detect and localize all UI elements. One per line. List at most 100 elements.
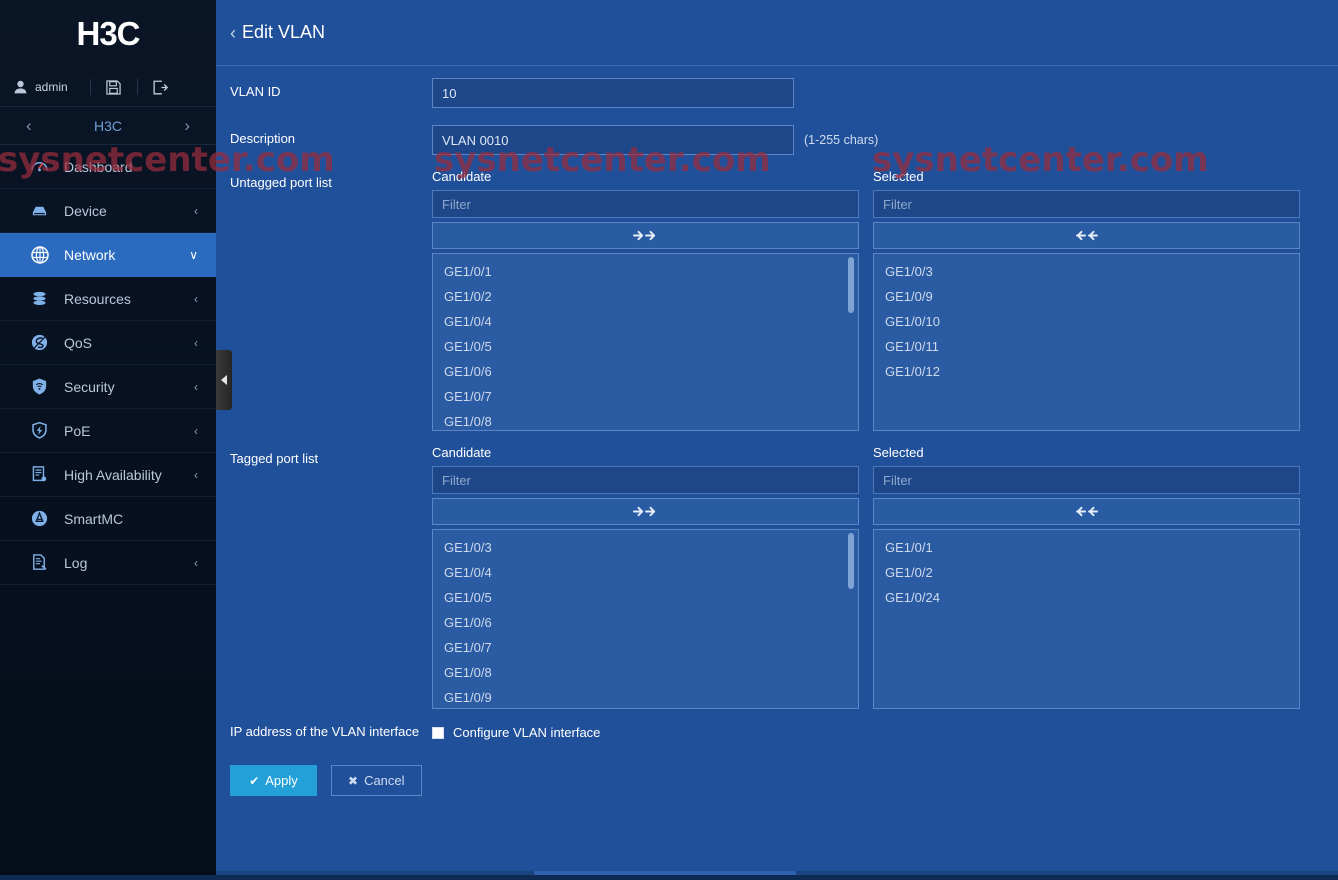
untagged-candidate-panel: Candidate GE1/0/1 GE1/0/2 GE1/0/4 — [432, 169, 859, 431]
sidebar-item-security[interactable]: Security ‹ — [0, 365, 216, 409]
scrollbar[interactable] — [848, 533, 856, 705]
scrollbar[interactable] — [848, 257, 856, 427]
qos-icon — [30, 333, 56, 352]
untagged-move-right-button[interactable] — [432, 222, 859, 249]
list-item[interactable]: GE1/0/6 — [433, 610, 858, 635]
vlan-id-input[interactable] — [432, 78, 794, 108]
list-item[interactable]: GE1/0/8 — [433, 409, 858, 430]
list-item[interactable]: GE1/0/8 — [433, 660, 858, 685]
check-icon: ✔ — [249, 773, 260, 788]
untagged-selected-heading: Selected — [873, 169, 924, 184]
logout-icon[interactable] — [138, 80, 184, 95]
apply-button[interactable]: ✔ Apply — [230, 765, 317, 796]
sidebar-item-high-availability[interactable]: High Availability ‹ — [0, 453, 216, 497]
list-item[interactable]: GE1/0/6 — [433, 359, 858, 384]
description-input[interactable] — [432, 125, 794, 155]
apply-button-label: Apply — [265, 773, 298, 788]
list-item[interactable]: GE1/0/10 — [874, 309, 1299, 334]
sidebar-item-log[interactable]: Log ‹ — [0, 541, 216, 585]
sidebar-item-poe[interactable]: PoE ‹ — [0, 409, 216, 453]
device-selector-name[interactable]: H3C — [94, 118, 122, 134]
cancel-button-label: Cancel — [364, 773, 405, 788]
list-item[interactable]: GE1/0/5 — [433, 334, 858, 359]
sidebar-item-label: PoE — [64, 422, 91, 439]
list-item[interactable]: GE1/0/9 — [433, 685, 858, 708]
sidebar-item-smartmc[interactable]: SmartMC — [0, 497, 216, 541]
shield-icon — [30, 377, 56, 396]
sidebar-item-device[interactable]: Device ‹ — [0, 189, 216, 233]
list-item[interactable]: GE1/0/3 — [874, 259, 1299, 284]
ha-icon — [30, 465, 56, 484]
list-item[interactable]: GE1/0/2 — [433, 284, 858, 309]
device-prev-button[interactable]: ‹ — [26, 117, 32, 134]
scrollbar-thumb[interactable] — [848, 533, 854, 589]
list-item[interactable]: GE1/0/3 — [433, 535, 858, 560]
list-item[interactable]: GE1/0/11 — [874, 334, 1299, 359]
collapse-sidebar-handle[interactable] — [216, 350, 232, 410]
sidebar-item-resources[interactable]: Resources ‹ — [0, 277, 216, 321]
list-item[interactable]: GE1/0/12 — [874, 359, 1299, 384]
tagged-candidate-filter-input[interactable] — [432, 466, 859, 494]
field-vlan-id: VLAN ID — [216, 66, 1338, 108]
list-item[interactable]: GE1/0/4 — [433, 309, 858, 334]
smartmc-icon — [30, 509, 56, 528]
device-selector: ‹ H3C › — [0, 107, 216, 145]
poe-icon — [30, 421, 56, 440]
double-left-arrow-icon — [1075, 506, 1098, 517]
chevron-icon: ‹ — [194, 423, 198, 438]
untagged-port-list-label: Untagged port list — [230, 175, 332, 190]
sidebar-item-network[interactable]: Network ∨ — [0, 233, 216, 277]
list-item[interactable]: GE1/0/1 — [874, 535, 1299, 560]
page-header: ‹ Edit VLAN — [216, 0, 1338, 66]
device-next-button[interactable]: › — [184, 117, 190, 134]
double-right-arrow-icon — [632, 506, 655, 517]
tagged-candidate-list[interactable]: GE1/0/3 GE1/0/4 GE1/0/5 GE1/0/6 GE1/0/7 … — [432, 529, 859, 709]
tagged-move-left-button[interactable] — [873, 498, 1300, 525]
list-item[interactable]: GE1/0/2 — [874, 560, 1299, 585]
chevron-icon: ‹ — [194, 291, 198, 306]
untagged-move-left-button[interactable] — [873, 222, 1300, 249]
sidebar-item-label: Network — [64, 246, 116, 263]
configure-vlan-interface-row[interactable]: Configure VLAN interface — [432, 723, 1338, 740]
tagged-selected-list[interactable]: GE1/0/1 GE1/0/2 GE1/0/24 — [873, 529, 1300, 709]
sidebar-item-label: SmartMC — [64, 510, 124, 527]
sidebar-item-label: Log — [64, 554, 88, 571]
tagged-move-right-button[interactable] — [432, 498, 859, 525]
description-hint: (1-255 chars) — [804, 133, 879, 147]
untagged-candidate-list[interactable]: GE1/0/1 GE1/0/2 GE1/0/4 GE1/0/5 GE1/0/6 … — [432, 253, 859, 431]
list-item[interactable]: GE1/0/7 — [433, 635, 858, 660]
device-icon — [30, 201, 56, 220]
list-item[interactable]: GE1/0/5 — [433, 585, 858, 610]
database-icon — [30, 289, 56, 308]
scrollbar-thumb[interactable] — [848, 257, 854, 313]
vlan-interface-label: IP address of the VLAN interface — [230, 724, 420, 739]
list-item[interactable]: GE1/0/4 — [433, 560, 858, 585]
admin-username: admin — [35, 80, 68, 94]
tagged-port-list-label: Tagged port list — [230, 451, 319, 466]
description-label: Description — [230, 131, 296, 146]
chevron-icon: ‹ — [194, 335, 198, 350]
list-item[interactable]: GE1/0/7 — [433, 384, 858, 409]
gauge-icon — [30, 157, 56, 176]
chevron-icon: ‹ — [194, 379, 198, 394]
list-item[interactable]: GE1/0/9 — [874, 284, 1299, 309]
main-content: ‹ Edit VLAN VLAN ID Description (1-255 c… — [216, 0, 1338, 880]
list-item[interactable]: GE1/0/24 — [874, 585, 1299, 610]
save-icon[interactable] — [91, 79, 137, 95]
back-button[interactable]: ‹ — [230, 24, 236, 42]
configure-vlan-interface-checkbox[interactable] — [432, 726, 444, 739]
sidebar-item-qos[interactable]: QoS ‹ — [0, 321, 216, 365]
sidebar-item-dashboard[interactable]: Dashboard — [0, 145, 216, 189]
list-item[interactable]: GE1/0/1 — [433, 259, 858, 284]
form-actions: ✔ Apply ✖ Cancel — [216, 740, 1338, 796]
cancel-button[interactable]: ✖ Cancel — [331, 765, 422, 796]
untagged-candidate-filter-input[interactable] — [432, 190, 859, 218]
field-description: Description (1-255 chars) — [216, 108, 1338, 155]
untagged-candidate-heading: Candidate — [432, 169, 492, 184]
brand-logo-text: H3C — [76, 15, 140, 52]
sidebar-nav: Dashboard Device ‹ Network ∨ Resources ‹… — [0, 145, 216, 585]
untagged-selected-list[interactable]: GE1/0/3 GE1/0/9 GE1/0/10 GE1/0/11 GE1/0/… — [873, 253, 1300, 431]
tagged-selected-filter-input[interactable] — [873, 466, 1300, 494]
untagged-selected-filter-input[interactable] — [873, 190, 1300, 218]
field-untagged-port-list: Untagged port list Candidate GE1/0/1 — [216, 155, 1338, 431]
